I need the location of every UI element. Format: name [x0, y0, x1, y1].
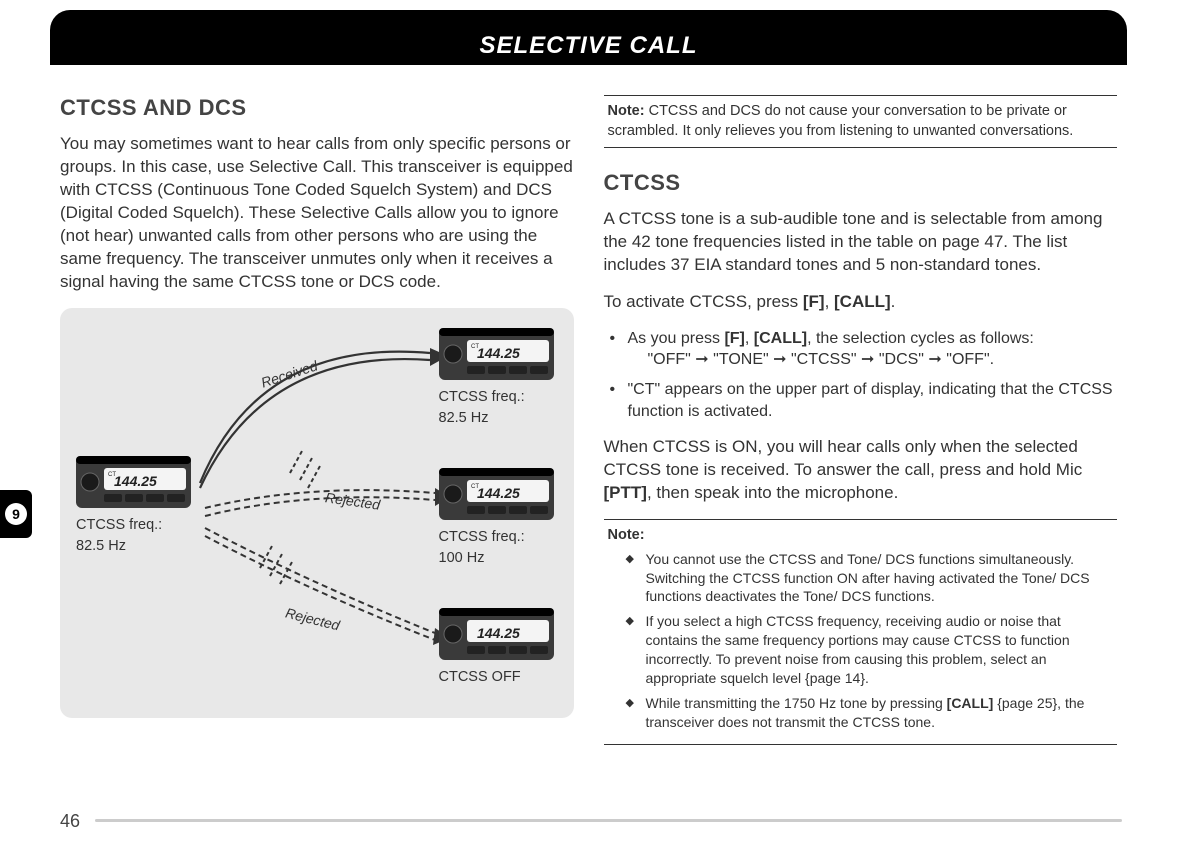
svg-text:144.25: 144.25	[477, 625, 520, 641]
p2-mid: ,	[825, 292, 834, 311]
p3-post: , then speak into the microphone.	[647, 483, 898, 502]
li1-mid: ,	[745, 330, 754, 347]
radio-icon: CT 144.25	[439, 468, 554, 520]
li1-post: , the selection cycles as follows:	[807, 330, 1034, 347]
page-title: SELECTIVE CALL	[479, 32, 697, 59]
n3-pre: While transmitting the 1750 Hz tone by p…	[646, 695, 947, 711]
heading-ctcss-dcs: CTCSS AND DCS	[60, 95, 574, 121]
heading-ctcss: CTCSS	[604, 170, 1118, 196]
page-frame: SELECTIVE CALL CTCSS AND DCS You may som…	[50, 10, 1127, 810]
signal-diagram: Received Rejected Rejected CT 144.25 CTC…	[60, 308, 574, 718]
note1-label: Note:	[608, 103, 645, 119]
li1-key-call: [CALL]	[754, 330, 807, 347]
rx1-label-line2: 82.5 Hz	[439, 410, 554, 427]
radio-rx1: CT 144.25 CTCSS freq.: 82.5 Hz	[439, 328, 554, 428]
ctcss-p1: A CTCSS tone is a sub-audible tone and i…	[604, 208, 1118, 277]
list-item: "CT" appears on the upper part of displa…	[610, 379, 1118, 422]
p2-pre: To activate CTCSS, press	[604, 292, 803, 311]
note-item: While transmitting the 1750 Hz tone by p…	[626, 694, 1114, 732]
page-number: 46	[60, 811, 80, 832]
svg-text:144.25: 144.25	[477, 485, 520, 501]
intro-paragraph: You may sometimes want to hear calls fro…	[60, 133, 574, 294]
chapter-tab: 9	[0, 490, 32, 538]
tx-label-line2: 82.5 Hz	[76, 538, 191, 555]
label-rejected-1: Rejected	[324, 489, 381, 513]
li1-key-f: [F]	[724, 330, 744, 347]
note-item: You cannot use the CTCSS and Tone/ DCS f…	[626, 550, 1114, 607]
svg-text:144.25: 144.25	[114, 473, 157, 489]
radio-icon: CT 144.25	[439, 328, 554, 380]
radio-rx2: CT 144.25 CTCSS freq.: 100 Hz	[439, 468, 554, 568]
content-area: CTCSS AND DCS You may sometimes want to …	[50, 65, 1127, 767]
header-bar: SELECTIVE CALL	[50, 10, 1127, 65]
list-item: As you press [F], [CALL], the selection …	[610, 328, 1118, 371]
ctcss-p3: When CTCSS is ON, you will hear calls on…	[604, 436, 1118, 505]
p3-pre: When CTCSS is ON, you will hear calls on…	[604, 437, 1083, 479]
left-column: CTCSS AND DCS You may sometimes want to …	[60, 95, 574, 767]
p2-key-f: [F]	[803, 292, 825, 311]
note1-text: CTCSS and DCS do not cause your conversa…	[608, 103, 1074, 139]
p2-post: .	[891, 292, 896, 311]
tx-label-line1: CTCSS freq.:	[76, 517, 191, 534]
p3-key-ptt: [PTT]	[604, 483, 647, 502]
li1-pre: As you press	[628, 330, 725, 347]
p2-key-call: [CALL]	[834, 292, 891, 311]
n3-key-call: [CALL]	[947, 695, 994, 711]
radio-tx: CT 144.25 CTCSS freq.: 82.5 Hz	[76, 456, 191, 556]
note2-label: Note:	[608, 527, 645, 543]
right-column: Note: CTCSS and DCS do not cause your co…	[604, 95, 1118, 767]
note-box-1: Note: CTCSS and DCS do not cause your co…	[604, 95, 1118, 148]
note2-list: You cannot use the CTCSS and Tone/ DCS f…	[626, 550, 1114, 732]
note-box-2: Note: You cannot use the CTCSS and Tone/…	[604, 519, 1118, 745]
rx2-label-line2: 100 Hz	[439, 550, 554, 567]
svg-text:144.25: 144.25	[477, 345, 520, 361]
rx1-label-line1: CTCSS freq.:	[439, 389, 554, 406]
li1-sequence: "OFF" ➞ "TONE" ➞ "CTCSS" ➞ "DCS" ➞ "OFF"…	[628, 349, 1118, 371]
chapter-number-badge: 9	[5, 503, 27, 525]
radio-rx3: 144.25 CTCSS OFF	[439, 608, 554, 686]
radio-icon: 144.25	[439, 608, 554, 660]
radio-icon: CT 144.25	[76, 456, 191, 508]
cycle-list: As you press [F], [CALL], the selection …	[610, 328, 1118, 422]
footer-rule	[95, 819, 1122, 822]
note-item: If you select a high CTCSS frequency, re…	[626, 612, 1114, 688]
label-received: Received	[259, 357, 319, 390]
label-rejected-2: Rejected	[284, 604, 341, 633]
rx3-label: CTCSS OFF	[439, 669, 554, 686]
rx2-label-line1: CTCSS freq.:	[439, 529, 554, 546]
ctcss-p2: To activate CTCSS, press [F], [CALL].	[604, 291, 1118, 314]
